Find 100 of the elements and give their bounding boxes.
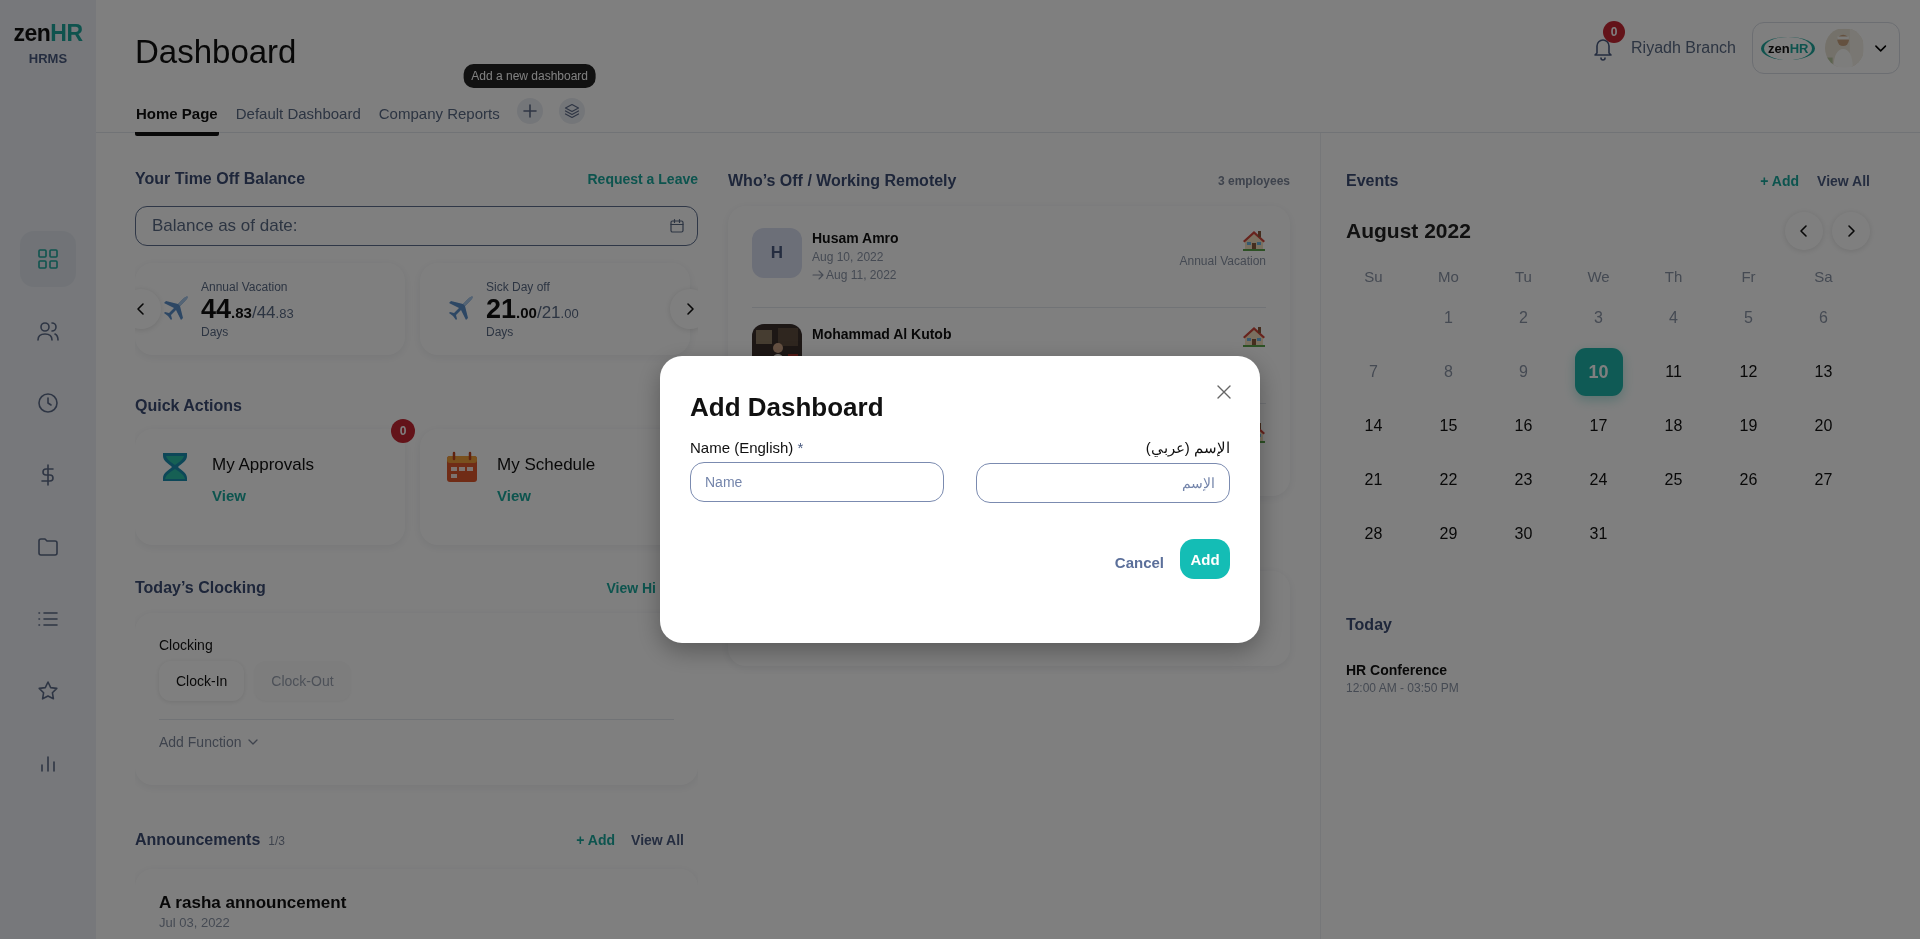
tab[interactable]: Home Page	[135, 105, 219, 136]
clock-icon	[36, 391, 60, 415]
weekday-label: Sa	[1813, 268, 1834, 287]
notification-badge: 0	[1603, 21, 1626, 43]
leave-type: Annual Vacation	[1179, 254, 1266, 268]
add-dashboard-button[interactable]	[516, 98, 543, 124]
tab[interactable]: Company Reports	[377, 105, 501, 136]
weekday-label: Fr	[1740, 268, 1757, 287]
close-button[interactable]	[1217, 385, 1231, 399]
calendar-day[interactable]: 24	[1574, 456, 1623, 504]
event-title: HR Conference	[1346, 662, 1449, 678]
employee-name: Mohammad Al Kutob	[812, 326, 953, 342]
branch-name: Riyadh Branch	[1631, 39, 1736, 57]
previous-month-button[interactable]	[1785, 212, 1823, 250]
house-icon	[1242, 228, 1266, 252]
announcement-date: Jul 03, 2022	[159, 915, 231, 930]
section-title: Events	[1346, 172, 1399, 190]
calendar-day[interactable]: 12	[1724, 348, 1773, 396]
cancel-button[interactable]: Cancel	[1114, 553, 1164, 571]
view-all-link[interactable]: View All	[1817, 173, 1870, 189]
people-icon	[36, 319, 60, 343]
grid-icon	[36, 247, 60, 271]
layers-icon	[563, 103, 580, 119]
leave-date: Aug 10, 2022	[812, 250, 885, 264]
section-title: Announcements	[135, 831, 261, 848]
calendar-day[interactable]: 25	[1649, 456, 1698, 504]
layers-button[interactable]	[558, 98, 585, 124]
house-icon	[1242, 324, 1266, 348]
calendar-day[interactable]: 27	[1799, 456, 1848, 504]
calendar-icon	[669, 218, 685, 234]
tooltip: Add a new dashboard	[463, 64, 597, 88]
calendar-day[interactable]: 13	[1799, 348, 1848, 396]
unit-label: Days	[201, 324, 230, 339]
announcement-title: A rasha announcement	[159, 893, 348, 913]
calendar-day[interactable]: 26	[1724, 456, 1773, 504]
view-all-link[interactable]: View All	[631, 832, 684, 848]
calendar-day[interactable]: 28	[1349, 510, 1398, 558]
leave-end-date: Aug 11, 2022	[826, 268, 897, 282]
employee-name: Husam Amro	[812, 230, 900, 246]
section-title: Today’s Clocking	[135, 579, 266, 597]
star-icon	[36, 679, 60, 703]
close-icon	[1217, 385, 1231, 399]
name-input[interactable]: Name	[690, 462, 944, 502]
calendar-day[interactable]: 22	[1424, 456, 1473, 504]
calendar-day[interactable]: 19	[1724, 402, 1773, 450]
weekday-label: Tu	[1514, 268, 1533, 287]
section-title: Today	[1346, 616, 1392, 634]
announcement-count: 1/3	[268, 834, 286, 848]
action-title: My Schedule	[497, 455, 596, 475]
dialog-title: Add Dashboard	[690, 392, 885, 423]
calendar-day[interactable]: 15	[1424, 402, 1473, 450]
employee-count: 3 employees	[1217, 174, 1290, 188]
balance-value: 21.00/21.00	[486, 293, 579, 325]
chevron-down-icon	[247, 737, 258, 747]
plus-icon	[522, 104, 537, 118]
folder-icon	[36, 535, 60, 559]
clock-button[interactable]: Clock-In	[159, 661, 245, 701]
balance-value: 44.83/44.83	[201, 293, 294, 325]
calendar-day[interactable]: 23	[1499, 456, 1548, 504]
page-title: Dashboard	[135, 33, 298, 71]
calendar-day[interactable]: 18	[1649, 402, 1698, 450]
brand-logo: zenHR	[13, 20, 83, 47]
calendar-day[interactable]: 29	[1424, 510, 1473, 558]
tab[interactable]: Default Dashboard	[234, 105, 362, 136]
calendar-day[interactable]: 20	[1799, 402, 1848, 450]
calendar-day[interactable]: 21	[1349, 456, 1398, 504]
leave-type: Sick Day off	[486, 279, 551, 294]
calendar-day[interactable]: 30	[1499, 510, 1548, 558]
next-month-button[interactable]	[1832, 212, 1870, 250]
weekday-label: Su	[1363, 268, 1384, 287]
calendar-day[interactable]: 31	[1574, 510, 1623, 558]
account-menu[interactable]: zenHR	[1752, 22, 1900, 74]
calendar-day[interactable]: 14	[1349, 402, 1398, 450]
weekday-label: We	[1586, 268, 1611, 287]
month-title: August 2022	[1346, 219, 1471, 243]
unit-label: Days	[486, 324, 515, 339]
event-time: 12:00 AM - 03:50 PM	[1346, 681, 1460, 695]
clocking-label: Clocking	[159, 637, 214, 653]
nav-button[interactable]	[20, 231, 76, 287]
product-name: HRMS	[28, 51, 68, 66]
balance-date-field[interactable]: Balance as of date:	[135, 206, 698, 246]
action-title: My Approvals	[212, 455, 315, 475]
name-input[interactable]: الإسم	[976, 463, 1230, 503]
leave-type: Annual Vacation	[201, 279, 289, 294]
initial-avatar: H	[752, 228, 802, 278]
chevron-left-icon	[135, 302, 147, 316]
weekday-label: Mo	[1437, 268, 1460, 287]
company-logo: zenHR	[1761, 36, 1816, 60]
section-title: Who’s Off / Working Remotely	[728, 172, 957, 190]
arrow-right-icon	[812, 270, 824, 280]
calendar-day[interactable]: 16	[1499, 402, 1548, 450]
calendar-day[interactable]: 11	[1649, 348, 1698, 396]
chevron-right-icon	[684, 302, 696, 316]
section-title: Quick Actions	[135, 397, 242, 415]
section-title: Your Time Off Balance	[135, 170, 306, 188]
calendar-day[interactable]: 17	[1574, 402, 1623, 450]
count-badge: 0	[391, 419, 415, 443]
chevron-left-icon	[1798, 224, 1810, 238]
add-function-button[interactable]: Add Function	[159, 734, 258, 750]
field-label: Name (English) *	[690, 439, 805, 456]
